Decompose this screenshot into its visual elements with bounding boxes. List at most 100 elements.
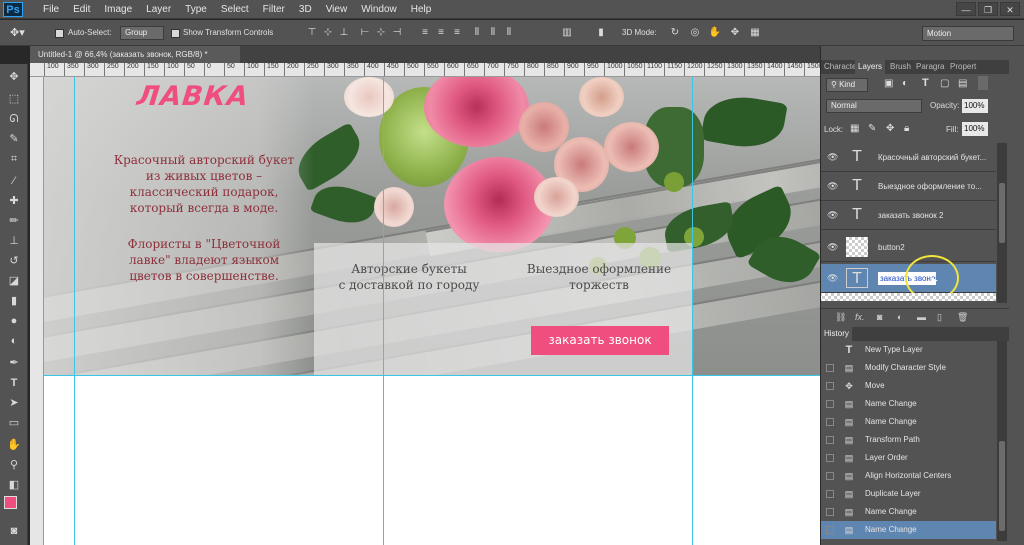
restore-button[interactable]: ❐ (978, 2, 998, 16)
3d-slide-icon[interactable]: ✥ (728, 26, 742, 40)
history-checkbox[interactable] (826, 382, 834, 390)
menu-select[interactable]: Select (214, 0, 256, 19)
tab-history[interactable]: History (821, 327, 852, 341)
history-item[interactable]: ✥ Move (821, 377, 996, 395)
history-item[interactable]: ▤ Name Change (821, 503, 996, 521)
auto-align-icon[interactable]: ▥ (560, 26, 574, 40)
menu-image[interactable]: Image (97, 0, 139, 19)
adjustment-layer-icon[interactable]: ◐ (897, 309, 902, 325)
filter-type-icon[interactable]: T (922, 77, 929, 89)
menu-type[interactable]: Type (178, 0, 214, 19)
clone-stamp-tool-icon[interactable]: ⊥ (4, 232, 24, 250)
visibility-eye-icon[interactable]: 👁︎ (827, 181, 838, 191)
tab-character[interactable]: Characte (821, 60, 859, 74)
lock-transparent-icon[interactable]: ▦ (850, 123, 859, 134)
lock-all-icon[interactable]: 🔒︎ (904, 123, 909, 134)
add-mask-icon[interactable]: ◙ (877, 309, 882, 325)
guide-line[interactable] (74, 77, 75, 545)
vertical-ruler[interactable] (30, 77, 44, 545)
layer-name[interactable]: Выездное оформление то... (878, 172, 993, 201)
distribute-right-icon[interactable]: ⦀ (502, 26, 516, 40)
menu-file[interactable]: File (36, 0, 66, 19)
layer-row[interactable]: 👁︎ T Красочный авторский букет... (821, 143, 996, 172)
history-checkbox[interactable] (826, 508, 834, 516)
history-checkbox[interactable] (826, 472, 834, 480)
history-checkbox[interactable] (826, 454, 834, 462)
lasso-tool-icon[interactable]: ᘏ (4, 110, 24, 128)
zoom-tool-icon[interactable]: ⚲ (4, 456, 24, 474)
new-group-icon[interactable]: ▬ (917, 309, 926, 325)
menu-3d[interactable]: 3D (292, 0, 319, 19)
foreground-color-swatch[interactable] (4, 496, 17, 509)
guide-line[interactable] (383, 77, 384, 545)
visibility-eye-icon[interactable]: 👁︎ (827, 273, 838, 283)
distribute-left-icon[interactable]: ⦀ (470, 26, 484, 40)
visibility-eye-icon[interactable]: 👁︎ (827, 152, 838, 162)
type-tool-icon[interactable]: T (4, 374, 24, 392)
fx-icon[interactable]: fx. (855, 309, 865, 325)
layer-row[interactable]: 👁︎ button2 (821, 233, 996, 262)
move-tool-icon[interactable]: ✥ (4, 68, 24, 86)
menu-help[interactable]: Help (404, 0, 439, 19)
align-right-icon[interactable]: ⊣ (390, 26, 404, 40)
history-checkbox[interactable] (826, 526, 834, 534)
opacity-input[interactable]: 100% (962, 99, 988, 113)
menu-window[interactable]: Window (354, 0, 404, 19)
history-item[interactable]: ▤ Align Horizontal Centers (821, 467, 996, 485)
blur-tool-icon[interactable]: ● (4, 312, 24, 330)
document-canvas[interactable]: ЛАВКА Красочный авторский букет из живых… (44, 77, 820, 545)
show-transform-checkbox[interactable] (171, 29, 180, 38)
new-layer-icon[interactable]: ▯ (937, 309, 942, 325)
tab-layers[interactable]: Layers (855, 60, 886, 74)
visibility-eye-icon[interactable]: 👁︎ (827, 210, 838, 220)
filter-shape-icon[interactable]: ▢ (940, 78, 949, 89)
align-vcenter-icon[interactable]: ⊹ (321, 26, 335, 40)
history-checkbox[interactable] (826, 436, 834, 444)
history-item[interactable]: ▤ Modify Character Style (821, 359, 996, 377)
tab-paragraph[interactable]: Paragra (913, 60, 947, 74)
fill-input[interactable]: 100% (962, 122, 988, 136)
history-item[interactable]: ▤ Layer Order (821, 449, 996, 467)
filter-toggle-icon[interactable] (978, 76, 988, 90)
eraser-tool-icon[interactable]: ◪ (4, 272, 24, 290)
horizontal-ruler[interactable]: 100 350 300 250 200 150 100 50 0 50 100 150 200 250 30… (30, 63, 820, 77)
menu-edit[interactable]: Edit (66, 0, 97, 19)
filter-pixel-icon[interactable]: ▣ (884, 78, 893, 89)
layers-scrollbar-thumb[interactable] (999, 183, 1005, 243)
lock-position-icon[interactable]: ✥ (886, 123, 894, 134)
lock-image-icon[interactable]: ✎ (868, 123, 876, 134)
link-layers-icon[interactable]: ⛓ (835, 309, 846, 325)
history-item[interactable]: ▤ Name Change (821, 395, 996, 413)
blend-mode-dropdown[interactable]: Normal (826, 99, 922, 113)
distribute-top-icon[interactable]: ≡ (418, 26, 432, 40)
history-brush-tool-icon[interactable]: ↺ (4, 252, 24, 270)
history-item[interactable]: ▤ Duplicate Layer (821, 485, 996, 503)
history-scrollbar-thumb[interactable] (999, 441, 1005, 531)
tab-properties[interactable]: Propert (947, 60, 979, 74)
close-button[interactable]: ✕ (1000, 2, 1020, 16)
auto-select-dropdown[interactable]: Group (120, 26, 164, 40)
minimize-button[interactable]: — (956, 2, 976, 16)
align-hcenter-icon[interactable]: ⊹ (374, 26, 388, 40)
rectangle-tool-icon[interactable]: ▭ (4, 414, 24, 432)
layer-row[interactable]: 👁︎ T заказать звонок 2 (821, 201, 996, 230)
eyedropper-tool-icon[interactable]: ⁄ (4, 172, 24, 190)
move-tool-icon[interactable]: ✥▾ (10, 20, 25, 46)
3d-roll-icon[interactable]: ◎ (688, 26, 702, 40)
guide-line[interactable] (44, 375, 820, 376)
align-top-icon[interactable]: ⊤ (305, 26, 319, 40)
history-checkbox[interactable] (826, 364, 834, 372)
auto-select-checkbox[interactable] (55, 29, 64, 38)
filter-kind-dropdown[interactable]: ⚲ Kind (826, 78, 868, 92)
order-call-button[interactable]: заказать звонок (531, 326, 669, 355)
3d-scale-icon[interactable]: ▦ (748, 26, 762, 40)
quick-mask-icon[interactable]: ◙ (4, 522, 24, 540)
history-checkbox[interactable] (826, 490, 834, 498)
menu-view[interactable]: View (319, 0, 355, 19)
path-select-tool-icon[interactable]: ➤ (4, 394, 24, 412)
layer-name[interactable]: Красочный авторский букет... (878, 143, 993, 172)
history-checkbox[interactable] (826, 418, 834, 426)
filter-adjustment-icon[interactable]: ◐ (902, 78, 908, 89)
document-tab[interactable]: Untitled-1 @ 66,4% (заказать звонок, RGB… (30, 46, 240, 63)
pen-tool-icon[interactable]: ✒ (4, 354, 24, 372)
